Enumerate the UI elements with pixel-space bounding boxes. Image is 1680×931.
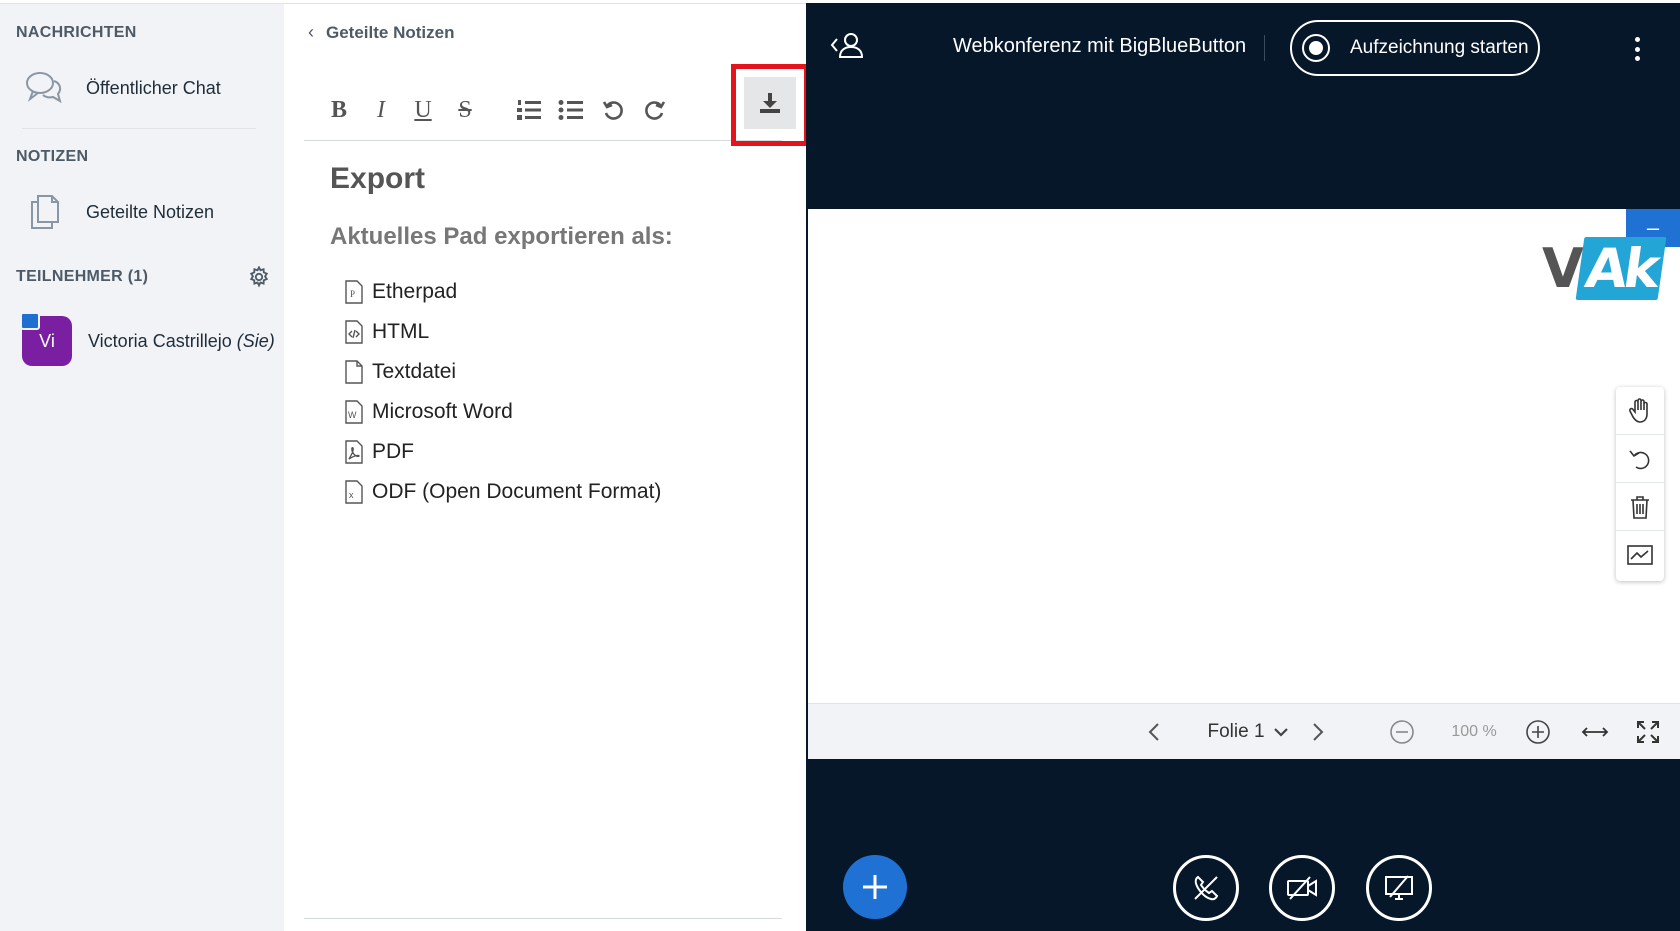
participant-name: Victoria Castrillejo (Sie) <box>88 331 275 352</box>
chat-bubbles-icon <box>22 66 66 110</box>
avatar: Vi <box>20 312 72 366</box>
export-option-label: ODF (Open Document Format) <box>372 480 662 503</box>
svg-text:P: P <box>350 289 355 299</box>
export-option-word[interactable]: W Microsoft Word <box>344 392 661 432</box>
record-icon <box>1302 34 1330 62</box>
export-option-etherpad[interactable]: P Etherpad <box>344 272 661 312</box>
redo-icon[interactable] <box>640 94 670 126</box>
export-option-label: Etherpad <box>372 280 458 303</box>
nav-bar: Webkonferenz mit BigBlueButton Aufzeichn… <box>806 3 1680 93</box>
notes-header-title: Geteilte Notizen <box>326 22 455 42</box>
user-list-sidebar: NACHRICHTEN Öffentlicher Chat NOTIZEN Ge… <box>0 3 284 931</box>
record-button[interactable]: Aufzeichnung starten <box>1290 20 1540 76</box>
record-label: Aufzeichnung starten <box>1350 37 1529 58</box>
presentation-area[interactable]: – VAk Folie 1 100 % <box>808 209 1680 759</box>
word-file-icon: W <box>345 400 363 424</box>
pdf-file-icon <box>345 440 363 464</box>
export-option-label: HTML <box>372 320 430 343</box>
export-option-odf[interactable]: x ODF (Open Document Format) <box>344 472 661 512</box>
conference-main: Webkonferenz mit BigBlueButton Aufzeichn… <box>806 3 1680 931</box>
presenter-icon <box>20 312 40 330</box>
svg-text:x: x <box>349 490 354 500</box>
hand-tool-icon[interactable] <box>1616 387 1664 435</box>
participant-you-tag: (Sie) <box>236 330 275 351</box>
odf-file-icon: x <box>345 480 363 504</box>
etherpad-file-icon: P <box>345 280 363 304</box>
user-list-toggle-icon[interactable] <box>830 31 864 64</box>
public-chat-item[interactable]: Öffentlicher Chat <box>22 66 221 110</box>
meeting-title: Webkonferenz mit BigBlueButton <box>953 35 1247 57</box>
export-option-pdf[interactable]: PDF <box>344 432 661 472</box>
shared-notes-panel: ‹ Geteilte Notizen B I U S Export Aktuel… <box>284 3 809 931</box>
text-file-icon <box>345 360 363 384</box>
join-video-button[interactable] <box>1269 855 1335 921</box>
gear-icon[interactable] <box>248 265 270 293</box>
screen-share-off-icon <box>1385 875 1413 900</box>
multi-user-whiteboard-icon[interactable] <box>1616 531 1664 579</box>
unordered-list-icon[interactable] <box>556 94 586 126</box>
actions-plus-button[interactable] <box>843 855 907 919</box>
video-off-icon <box>1287 876 1317 900</box>
actions-bar <box>806 703 1680 931</box>
avatar-initials: Vi <box>39 330 55 351</box>
messages-section-title: NACHRICHTEN <box>16 24 137 41</box>
export-option-html[interactable]: HTML <box>344 312 661 352</box>
notes-back-button[interactable]: ‹ Geteilte Notizen <box>308 22 454 43</box>
export-option-label: Microsoft Word <box>372 400 513 423</box>
strikethrough-button[interactable]: S <box>450 94 480 126</box>
participant-name-text: Victoria Castrillejo <box>88 330 232 351</box>
export-option-text[interactable]: Textdatei <box>344 352 661 392</box>
export-title: Export <box>330 162 426 195</box>
chevron-left-icon: ‹ <box>308 22 314 42</box>
notes-toolbar: B I U S <box>304 64 809 146</box>
italic-button[interactable]: I <box>366 94 396 126</box>
export-option-label: Textdatei <box>372 360 457 383</box>
documents-icon <box>22 190 66 234</box>
phone-off-icon <box>1194 875 1219 901</box>
export-option-label: PDF <box>372 440 414 463</box>
export-options-list: P Etherpad HTML Textdatei W Microsoft Wo… <box>344 272 661 512</box>
trash-icon[interactable] <box>1616 483 1664 531</box>
ordered-list-icon[interactable] <box>514 94 544 126</box>
svg-text:W: W <box>348 410 357 420</box>
notes-section-title: NOTIZEN <box>16 148 89 165</box>
shared-notes-item[interactable]: Geteilte Notizen <box>22 190 214 234</box>
export-button-highlight <box>731 64 809 146</box>
shared-notes-label: Geteilte Notizen <box>86 201 215 222</box>
export-subtitle: Aktuelles Pad exportieren als: <box>330 223 673 250</box>
vak-logo: VAk <box>1542 237 1666 300</box>
public-chat-label: Öffentlicher Chat <box>86 77 221 98</box>
whiteboard-toolbar <box>1616 387 1664 581</box>
participants-section-title: TEILNEHMER (1) <box>16 268 149 285</box>
html-file-icon <box>345 320 363 344</box>
join-audio-button[interactable] <box>1173 855 1239 921</box>
participant-row[interactable]: Vi Victoria Castrillejo (Sie) <box>20 312 275 366</box>
underline-button[interactable]: U <box>408 94 438 126</box>
undo-annotation-icon[interactable] <box>1616 435 1664 483</box>
share-screen-button[interactable] <box>1366 855 1432 921</box>
undo-icon[interactable] <box>598 94 628 126</box>
bold-button[interactable]: B <box>324 94 354 126</box>
more-options-icon[interactable] <box>1634 37 1640 61</box>
download-icon[interactable] <box>744 77 796 129</box>
